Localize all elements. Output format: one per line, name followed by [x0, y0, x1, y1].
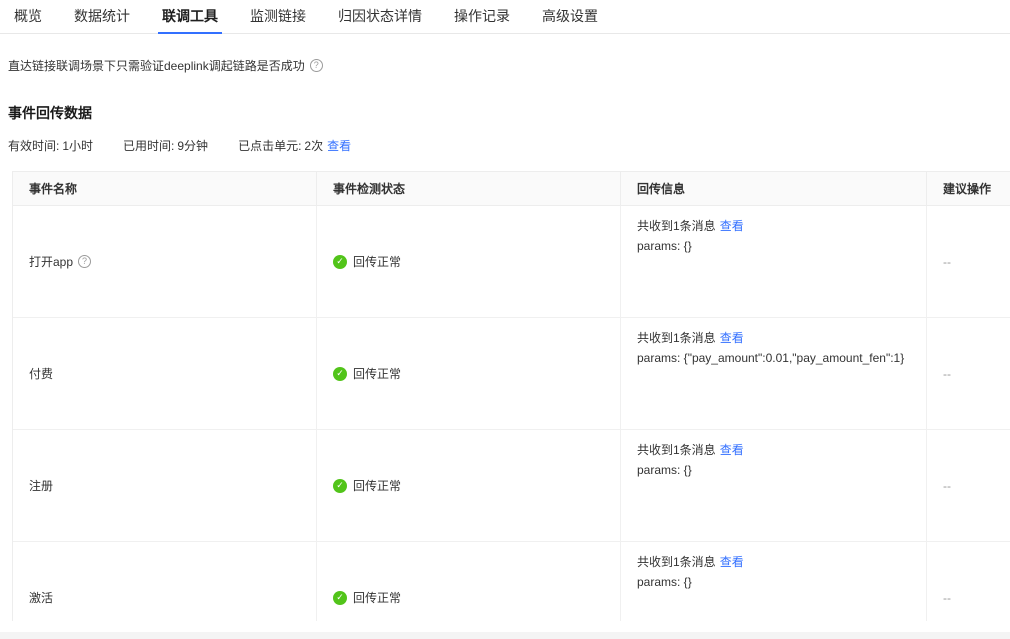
horizontal-scrollbar[interactable] — [0, 632, 1010, 639]
message-count: 共收到1条消息 — [637, 442, 716, 458]
message-view-link[interactable]: 查看 — [720, 442, 744, 458]
clicked-units-label: 已点击单元: — [238, 139, 301, 153]
table-header-cell: 建议操作 — [927, 172, 1010, 205]
used-time-value: 9分钟 — [177, 139, 208, 153]
used-time-label: 已用时间: — [123, 139, 174, 153]
valid-time-label: 有效时间: — [8, 139, 59, 153]
event-name-cell: 注册 — [13, 430, 317, 541]
table-header-cell: 回传信息 — [621, 172, 927, 205]
params-text: params: {"pay_amount":0.01,"pay_amount_f… — [637, 350, 926, 366]
tab-item[interactable]: 数据统计 — [70, 1, 134, 34]
event-name-cell: 打开app — [13, 206, 317, 317]
event-name: 付费 — [29, 365, 53, 382]
tab-bar: 概览 数据统计 联调工具 监测链接 归因状态详情 操作记录 高级设置 — [0, 0, 1010, 34]
table-header-row: 事件名称 事件检测状态 回传信息 建议操作 — [13, 172, 1010, 206]
tab-item[interactable]: 归因状态详情 — [334, 1, 426, 34]
status-text: 回传正常 — [353, 253, 401, 270]
valid-time: 有效时间:1小时 — [8, 137, 93, 154]
clicked-units: 已点击单元:2次查看 — [238, 137, 351, 154]
event-name: 打开app — [29, 253, 73, 270]
suggested-action-cell: -- — [927, 318, 1010, 429]
table-row: 激活 回传正常 共收到1条消息 查看 par — [13, 542, 1010, 621]
status-badge: 回传正常 — [333, 253, 401, 270]
status-badge: 回传正常 — [333, 365, 401, 382]
clicked-units-view-link[interactable]: 查看 — [327, 139, 351, 153]
params-text: params: {} — [637, 462, 926, 478]
table-row: 付费 回传正常 共收到1条消息 查看 par — [13, 318, 1010, 430]
event-name: 注册 — [29, 477, 53, 494]
suggested-action-cell: -- — [927, 206, 1010, 317]
used-time: 已用时间:9分钟 — [123, 137, 208, 154]
message-line: 共收到1条消息 查看 — [637, 330, 926, 346]
meta-info-line: 有效时间:1小时 已用时间:9分钟 已点击单元:2次查看 — [8, 137, 1010, 154]
status-badge: 回传正常 — [333, 477, 401, 494]
params-text: params: {} — [637, 574, 926, 590]
callback-info-cell: 共收到1条消息 查看 params: {} — [621, 542, 927, 621]
status-badge: 回传正常 — [333, 589, 401, 606]
question-circle-icon[interactable] — [310, 59, 323, 72]
message-line: 共收到1条消息 查看 — [637, 442, 926, 458]
message-line: 共收到1条消息 查看 — [637, 218, 926, 234]
event-name-cell: 激活 — [13, 542, 317, 621]
table-header-cell: 事件名称 — [13, 172, 317, 205]
section-title: 事件回传数据 — [8, 103, 1010, 123]
table-header-cell: 事件检测状态 — [317, 172, 621, 205]
callback-info-cell: 共收到1条消息 查看 params: {"pay_amount":0.01,"p… — [621, 318, 927, 429]
valid-time-value: 1小时 — [62, 139, 93, 153]
tab-item[interactable]: 高级设置 — [538, 1, 602, 34]
success-check-icon — [333, 479, 347, 493]
note-line: 直达链接联调场景下只需验证deeplink调起链路是否成功 — [8, 57, 1010, 74]
success-check-icon — [333, 367, 347, 381]
message-count: 共收到1条消息 — [637, 218, 716, 234]
tab-item[interactable]: 概览 — [10, 1, 46, 34]
event-debug-page: { "tabs": [ { "label": "概览", "active": f… — [0, 0, 1010, 639]
message-count: 共收到1条消息 — [637, 330, 716, 346]
message-count: 共收到1条消息 — [637, 554, 716, 570]
event-name-cell: 付费 — [13, 318, 317, 429]
success-check-icon — [333, 255, 347, 269]
table-body: 打开app 回传正常 共收到1条消息 查看 — [13, 206, 1010, 621]
tab-item[interactable]: 监测链接 — [246, 1, 310, 34]
suggested-action-cell: -- — [927, 542, 1010, 621]
event-callback-table: 事件名称 事件检测状态 回传信息 建议操作 打开app — [12, 171, 1010, 621]
message-line: 共收到1条消息 查看 — [637, 554, 926, 570]
status-text: 回传正常 — [353, 365, 401, 382]
tab-item[interactable]: 联调工具 — [158, 1, 222, 34]
table-row: 打开app 回传正常 共收到1条消息 查看 — [13, 206, 1010, 318]
event-status-cell: 回传正常 — [317, 430, 621, 541]
table-row: 注册 回传正常 共收到1条消息 查看 par — [13, 430, 1010, 542]
success-check-icon — [333, 591, 347, 605]
message-view-link[interactable]: 查看 — [720, 330, 744, 346]
event-status-cell: 回传正常 — [317, 206, 621, 317]
message-view-link[interactable]: 查看 — [720, 554, 744, 570]
callback-info-cell: 共收到1条消息 查看 params: {} — [621, 206, 927, 317]
tab-item[interactable]: 操作记录 — [450, 1, 514, 34]
event-status-cell: 回传正常 — [317, 318, 621, 429]
question-circle-icon[interactable] — [78, 255, 91, 268]
message-view-link[interactable]: 查看 — [720, 218, 744, 234]
status-text: 回传正常 — [353, 477, 401, 494]
suggested-action-cell: -- — [927, 430, 1010, 541]
clicked-units-value: 2次 — [304, 139, 323, 153]
status-text: 回传正常 — [353, 589, 401, 606]
note-text: 直达链接联调场景下只需验证deeplink调起链路是否成功 — [8, 57, 305, 74]
params-text: params: {} — [637, 238, 926, 254]
event-status-cell: 回传正常 — [317, 542, 621, 621]
event-name: 激活 — [29, 589, 53, 606]
callback-info-cell: 共收到1条消息 查看 params: {} — [621, 430, 927, 541]
